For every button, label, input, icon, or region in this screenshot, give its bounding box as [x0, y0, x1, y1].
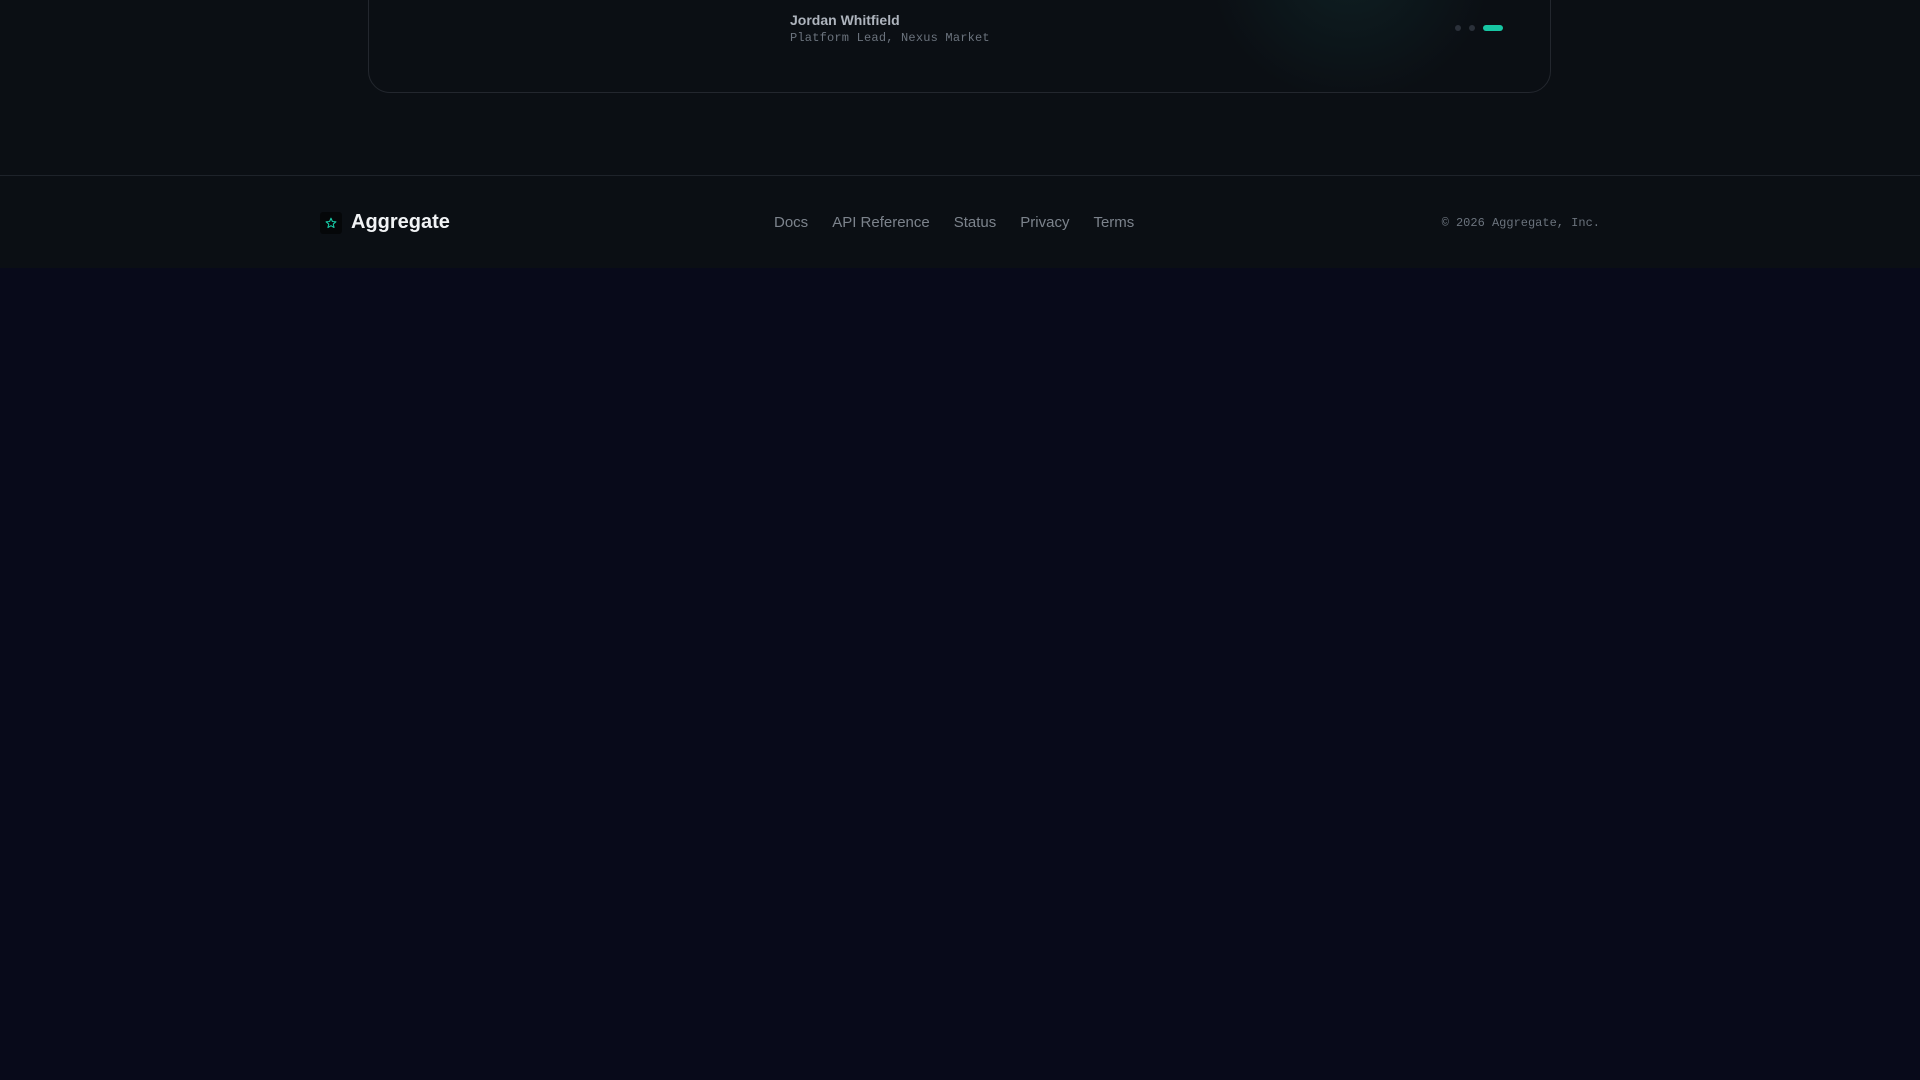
- brand-name: Aggregate: [351, 211, 450, 233]
- card-glow: [1210, 0, 1490, 92]
- footer-link-docs[interactable]: Docs: [774, 214, 808, 231]
- footer-link-status[interactable]: Status: [954, 214, 997, 231]
- footer-link-terms[interactable]: Terms: [1093, 214, 1134, 231]
- footer-link-privacy[interactable]: Privacy: [1020, 214, 1069, 231]
- page: Jordan Whitfield Platform Lead, Nexus Ma…: [0, 0, 1920, 1080]
- carousel-dot-1[interactable]: [1455, 25, 1461, 31]
- star-icon: [320, 211, 342, 234]
- footer-brand[interactable]: Aggregate: [320, 211, 450, 234]
- footer-nav: Docs API Reference Status Privacy Terms: [774, 214, 1134, 231]
- testimonial-author-name: Jordan Whitfield: [790, 12, 900, 28]
- carousel-dot-3-active[interactable]: [1483, 25, 1503, 31]
- site-footer: Aggregate Docs API Reference Status Priv…: [0, 175, 1920, 268]
- testimonial-card: Jordan Whitfield Platform Lead, Nexus Ma…: [368, 0, 1551, 93]
- copyright-text: © 2026 Aggregate, Inc.: [1441, 216, 1600, 230]
- carousel-indicators: [1455, 25, 1503, 31]
- footer-link-api-reference[interactable]: API Reference: [832, 214, 930, 231]
- carousel-dot-2[interactable]: [1469, 25, 1475, 31]
- testimonial-author-role: Platform Lead, Nexus Market: [790, 31, 990, 45]
